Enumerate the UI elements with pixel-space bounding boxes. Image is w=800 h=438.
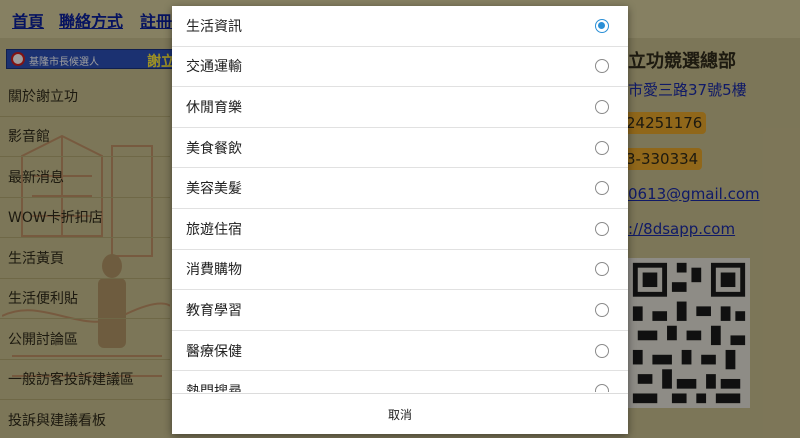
option-label: 消費購物 <box>186 262 242 279</box>
option-beauty[interactable]: 美容美髮 <box>172 168 628 209</box>
option-popular-search[interactable]: 熱門搜尋 <box>172 371 628 392</box>
radio-unselected-icon[interactable] <box>595 302 609 317</box>
radio-unselected-icon[interactable] <box>595 384 609 392</box>
radio-unselected-icon[interactable] <box>595 343 609 358</box>
option-life-info[interactable]: 生活資訊 <box>172 6 628 47</box>
option-label: 美食餐飲 <box>186 140 242 157</box>
option-education[interactable]: 教育學習 <box>172 290 628 331</box>
radio-selected-icon[interactable] <box>595 18 609 33</box>
option-label: 交通運輸 <box>186 59 242 76</box>
option-label: 休閒育樂 <box>186 99 242 116</box>
option-label: 生活資訊 <box>186 18 242 35</box>
radio-unselected-icon[interactable] <box>595 221 609 236</box>
radio-unselected-icon[interactable] <box>595 59 609 74</box>
option-healthcare[interactable]: 醫療保健 <box>172 331 628 372</box>
option-dining[interactable]: 美食餐飲 <box>172 128 628 169</box>
option-label: 醫療保健 <box>186 343 242 360</box>
radio-unselected-icon[interactable] <box>595 262 609 277</box>
radio-unselected-icon[interactable] <box>595 99 609 114</box>
category-picker-dialog: 生活資訊 交通運輸 休閒育樂 美食餐飲 美容美髮 旅遊住宿 消費購物 教育學習 … <box>172 6 628 434</box>
cancel-button[interactable]: 取消 <box>348 400 452 429</box>
category-option-list[interactable]: 生活資訊 交通運輸 休閒育樂 美食餐飲 美容美髮 旅遊住宿 消費購物 教育學習 … <box>172 6 628 392</box>
option-travel[interactable]: 旅遊住宿 <box>172 209 628 250</box>
option-label: 美容美髮 <box>186 181 242 198</box>
option-label: 教育學習 <box>186 302 242 319</box>
dialog-footer: 取消 <box>172 393 628 434</box>
option-label: 旅遊住宿 <box>186 221 242 238</box>
option-shopping[interactable]: 消費購物 <box>172 250 628 291</box>
option-label: 熱門搜尋 <box>186 381 242 392</box>
radio-unselected-icon[interactable] <box>595 181 609 196</box>
radio-unselected-icon[interactable] <box>595 140 609 155</box>
option-transport[interactable]: 交通運輸 <box>172 47 628 88</box>
option-leisure[interactable]: 休閒育樂 <box>172 87 628 128</box>
